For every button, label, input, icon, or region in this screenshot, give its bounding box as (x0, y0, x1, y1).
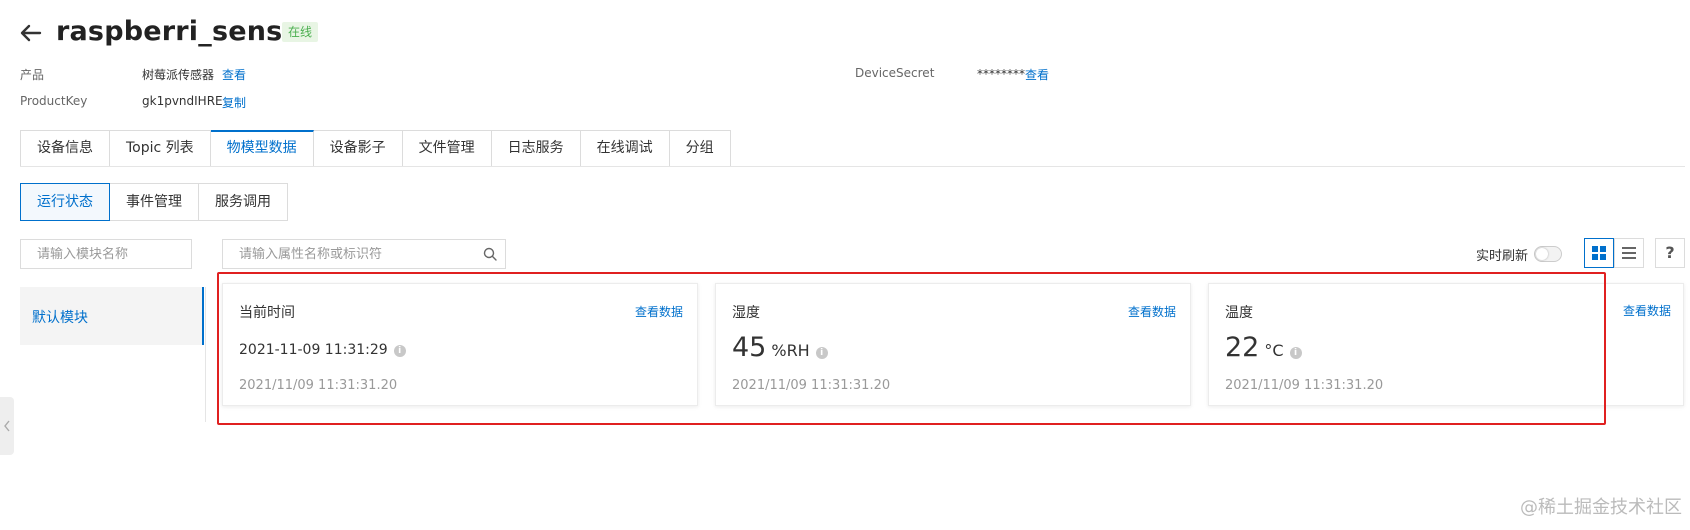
tab-online-debug[interactable]: 在线调试 (580, 130, 670, 167)
card-title: 当前时间 (239, 305, 295, 321)
subtab-running-status[interactable]: 运行状态 (20, 183, 110, 221)
productkey-label: ProductKey (20, 94, 88, 108)
list-view-button[interactable] (1614, 238, 1644, 268)
info-icon[interactable]: i (393, 345, 406, 357)
view-data-link[interactable]: 查看数据 (1623, 302, 1671, 319)
product-value: 树莓派传感器 (142, 68, 215, 82)
property-search-box (222, 239, 506, 269)
card-value: 2021-11-09 11:31:29 i (239, 342, 406, 358)
tab-thing-model-data[interactable]: 物模型数据 (210, 130, 314, 167)
chevron-left-icon (4, 420, 10, 432)
info-icon[interactable]: i (815, 347, 828, 359)
page-title: raspberri_sensor (56, 16, 315, 47)
tab-log-service[interactable]: 日志服务 (491, 130, 581, 167)
card-timestamp: 2021/11/09 11:31:31.20 (1225, 378, 1384, 393)
card-title: 湿度 (732, 305, 760, 321)
card-unit: °C (1264, 341, 1284, 360)
main-tabs: 设备信息 Topic 列表 物模型数据 设备影子 文件管理 日志服务 在线调试 … (20, 130, 731, 167)
grid-view-button[interactable] (1584, 238, 1614, 268)
card-value-text: 45 (732, 332, 767, 363)
devicesecret-value: ******** (977, 67, 1025, 81)
productkey-value: gk1pvndIHRE (142, 94, 223, 108)
sub-tabs: 运行状态 事件管理 服务调用 (20, 183, 288, 221)
watermark: @稀土掘金技术社区 (1520, 497, 1682, 518)
tab-file-management[interactable]: 文件管理 (402, 130, 492, 167)
view-data-link[interactable]: 查看数据 (1128, 303, 1176, 320)
info-icon[interactable]: i (1289, 347, 1302, 359)
property-card-temperature: 温度 22 °C i 2021/11/09 11:31:31.20 (1208, 283, 1684, 406)
tab-topic-list[interactable]: Topic 列表 (110, 130, 211, 167)
card-value: 45 %RH i (732, 332, 828, 363)
card-unit: %RH (771, 341, 810, 360)
status-badge: 在线 (282, 22, 319, 42)
grid-icon (1592, 246, 1606, 260)
card-timestamp: 2021/11/09 11:31:31.20 (239, 378, 398, 393)
devicesecret-label: DeviceSecret (855, 66, 935, 80)
card-timestamp: 2021/11/09 11:31:31.20 (732, 378, 891, 393)
realtime-refresh-label: 实时刷新 (1476, 249, 1529, 264)
card-value-text: 2021-11-09 11:31:29 (239, 342, 388, 358)
realtime-refresh-toggle[interactable] (1534, 246, 1562, 262)
tab-device-shadow[interactable]: 设备影子 (313, 130, 403, 167)
subtab-event-management[interactable]: 事件管理 (110, 183, 199, 221)
back-arrow-icon[interactable] (18, 20, 44, 46)
card-title: 温度 (1225, 305, 1253, 321)
module-divider (205, 287, 206, 422)
property-card-humidity: 湿度 查看数据 45 %RH i 2021/11/09 11:31:31.20 (715, 283, 1191, 406)
property-card-current-time: 当前时间 查看数据 2021-11-09 11:31:29 i 2021/11/… (222, 283, 698, 406)
product-label: 产品 (20, 68, 45, 82)
help-button[interactable]: ? (1655, 238, 1685, 268)
devicesecret-view-link[interactable]: 查看 (1025, 66, 1049, 83)
card-value: 22 °C i (1225, 332, 1302, 363)
module-search-box (20, 239, 207, 269)
search-icon[interactable] (483, 247, 497, 261)
tab-group[interactable]: 分组 (669, 130, 731, 167)
subtab-service-call[interactable]: 服务调用 (199, 183, 288, 221)
sidebar-collapse-handle[interactable] (0, 397, 14, 455)
tabs-divider (20, 166, 1685, 167)
tab-device-info[interactable]: 设备信息 (20, 130, 110, 167)
product-view-link[interactable]: 查看 (222, 66, 246, 83)
list-icon (1622, 247, 1636, 259)
property-search-input[interactable] (239, 246, 483, 262)
module-list: 默认模块 (20, 287, 204, 345)
productkey-copy-link[interactable]: 复制 (222, 94, 246, 111)
card-value-text: 22 (1225, 332, 1260, 363)
view-data-link[interactable]: 查看数据 (635, 303, 683, 320)
module-item-default[interactable]: 默认模块 (32, 307, 88, 327)
module-search-input[interactable] (37, 246, 207, 262)
